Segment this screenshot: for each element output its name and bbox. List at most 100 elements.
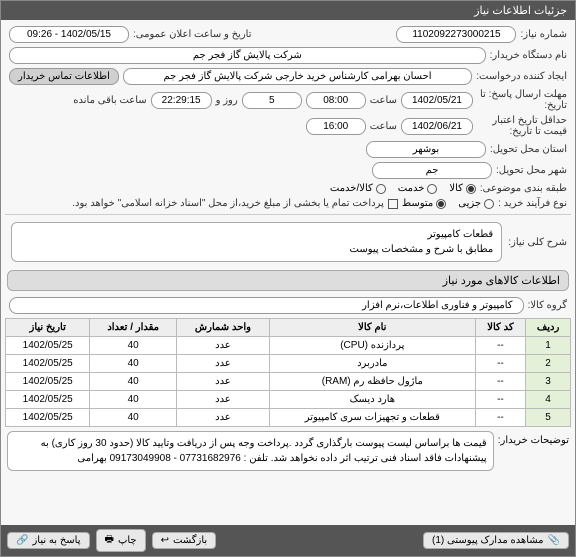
attachments-button[interactable]: 📎 مشاهده مدارک پیوستی (1) [423, 532, 569, 549]
buy-small-option[interactable]: جزیی [458, 198, 494, 209]
buy-medium-option[interactable]: متوسط [402, 198, 446, 209]
footer-bar: 📎 مشاهده مدارک پیوستی (1) بازگشت ↩ چاپ 🖶… [1, 525, 575, 556]
province-label: استان محل تحویل: [490, 144, 567, 155]
cell-qty: 40 [90, 373, 177, 391]
cell-code: -- [475, 409, 525, 427]
col-code: کد کالا [475, 319, 525, 337]
table-row[interactable]: 1--پردازنده (CPU)عدد401402/05/25 [6, 337, 571, 355]
content-area: شماره نیاز: 1102092273000215 تاریخ و ساع… [1, 20, 575, 525]
cell-date: 1402/05/25 [6, 337, 90, 355]
cell-name: هارد دیسک [269, 391, 475, 409]
buyer-label: نام دستگاه خریدار: [490, 50, 567, 61]
cell-code: -- [475, 391, 525, 409]
time-label-2: ساعت [370, 121, 397, 132]
radio-icon [376, 184, 386, 194]
announce-value: 1402/05/15 - 09:26 [9, 26, 129, 43]
back-label: بازگشت [173, 535, 207, 546]
col-qty: مقدار / تعداد [90, 319, 177, 337]
cell-date: 1402/05/25 [6, 355, 90, 373]
validity-time: 16:00 [306, 118, 366, 135]
cell-qty: 40 [90, 409, 177, 427]
window-title: جزئیات اطلاعات نیاز [1, 1, 575, 20]
days-left: 5 [242, 92, 302, 109]
radio-selected-icon [466, 184, 476, 194]
cell-qty: 40 [90, 337, 177, 355]
pay-note: پرداخت تمام یا بخشی از مبلغ خرید،از محل … [9, 198, 384, 209]
buyer-value: شرکت پالایش گاز فجر جم [9, 47, 486, 64]
cell-idx: 4 [526, 391, 571, 409]
buyer-contact-button[interactable]: اطلاعات تماس خریدار [9, 68, 119, 85]
category-goods-service-option[interactable]: کالا/خدمت [330, 183, 386, 194]
buy-type-radio-group: جزیی متوسط [402, 198, 494, 209]
cell-date: 1402/05/25 [6, 373, 90, 391]
cell-qty: 40 [90, 355, 177, 373]
print-icon: 🖶 [105, 532, 114, 549]
deadline-time: 08:00 [306, 92, 366, 109]
cell-unit: عدد [177, 355, 270, 373]
radio-icon [484, 199, 494, 209]
items-section-title: اطلاعات کالاهای مورد نیاز [7, 270, 569, 291]
radio-selected-icon [436, 199, 446, 209]
col-idx: ردیف [526, 319, 571, 337]
category-goods-option[interactable]: کالا [449, 183, 476, 194]
attachment-icon: 📎 [548, 535, 560, 546]
table-row[interactable]: 3--ماژول حافظه رم (RAM)عدد401402/05/25 [6, 373, 571, 391]
cat-gs-label: کالا/خدمت [330, 183, 373, 194]
cell-code: -- [475, 337, 525, 355]
creator-label: ایجاد کننده درخواست: [476, 71, 567, 82]
need-no-value: 1102092273000215 [396, 26, 516, 43]
buyer-notes-box: قیمت ها براساس لیست پیوست بارگذاری گردد … [7, 431, 494, 471]
table-row[interactable]: 2--مادربردعدد401402/05/25 [6, 355, 571, 373]
cell-idx: 1 [526, 337, 571, 355]
need-title-box: قطعات کامپیوتر مطابق با شرح و مشخصات پیو… [11, 222, 502, 262]
validity-date: 1402/06/21 [401, 118, 473, 135]
validity-label: حداقل تاریخ اعتبار قیمت تا تاریخ: [477, 115, 567, 137]
cell-idx: 3 [526, 373, 571, 391]
cell-idx: 5 [526, 409, 571, 427]
need-title-line1: قطعات کامپیوتر [20, 227, 493, 242]
creator-value: احسان بهرامی کارشناس خرید خارجی شرکت پال… [123, 68, 472, 85]
reply-link-button[interactable]: پاسخ به نیاز 🔗 [7, 532, 90, 549]
category-radio-group: کالا خدمت کالا/خدمت [330, 183, 476, 194]
reply-link-label: پاسخ به نیاز [32, 535, 80, 546]
cell-name: ماژول حافظه رم (RAM) [269, 373, 475, 391]
table-row[interactable]: 4--هارد دیسکعدد401402/05/25 [6, 391, 571, 409]
time-label-1: ساعت [370, 95, 397, 106]
items-table: ردیف کد کالا نام کالا واحد شمارش مقدار /… [5, 318, 571, 427]
deadline-date: 1402/05/21 [401, 92, 473, 109]
group-value: کامپیوتر و فناوری اطلاعات،نرم افزار [9, 297, 524, 314]
treasury-checkbox[interactable] [388, 199, 398, 209]
buy-small-label: جزیی [458, 198, 481, 209]
buy-type-label: نوع فرآیند خرید : [498, 198, 567, 209]
cell-code: -- [475, 355, 525, 373]
need-title-line2: مطابق با شرح و مشخصات پیوست [20, 242, 493, 257]
radio-icon [427, 184, 437, 194]
cell-code: -- [475, 373, 525, 391]
cell-unit: عدد [177, 337, 270, 355]
cell-date: 1402/05/25 [6, 409, 90, 427]
buy-medium-label: متوسط [402, 198, 433, 209]
col-date: تاریخ نیاز [6, 319, 90, 337]
province-value: بوشهر [366, 141, 486, 158]
back-icon: ↩ [161, 535, 169, 546]
buyer-notes-label: توضیحات خریدار: [498, 431, 569, 471]
city-value: جم [372, 162, 492, 179]
cell-unit: عدد [177, 391, 270, 409]
category-service-option[interactable]: خدمت [398, 183, 438, 194]
cat-service-label: خدمت [398, 183, 425, 194]
need-no-label: شماره نیاز: [520, 29, 567, 40]
back-button[interactable]: بازگشت ↩ [152, 532, 217, 549]
cell-name: پردازنده (CPU) [269, 337, 475, 355]
table-row[interactable]: 5--قطعات و تجهیزات سری کامپیوترعدد401402… [6, 409, 571, 427]
cell-name: مادربرد [269, 355, 475, 373]
announce-label: تاریخ و ساعت اعلان عمومی: [133, 29, 252, 40]
cat-goods-label: کالا [449, 183, 463, 194]
cell-unit: عدد [177, 373, 270, 391]
print-label: چاپ [118, 535, 137, 546]
attachments-label: مشاهده مدارک پیوستی (1) [432, 535, 544, 546]
remain-time: 22:29:15 [151, 92, 212, 109]
col-name: نام کالا [269, 319, 475, 337]
group-label: گروه کالا: [528, 300, 567, 311]
print-button[interactable]: چاپ 🖶 [96, 529, 146, 552]
deadline-label: مهلت ارسال پاسخ: تا تاریخ: [477, 89, 567, 111]
